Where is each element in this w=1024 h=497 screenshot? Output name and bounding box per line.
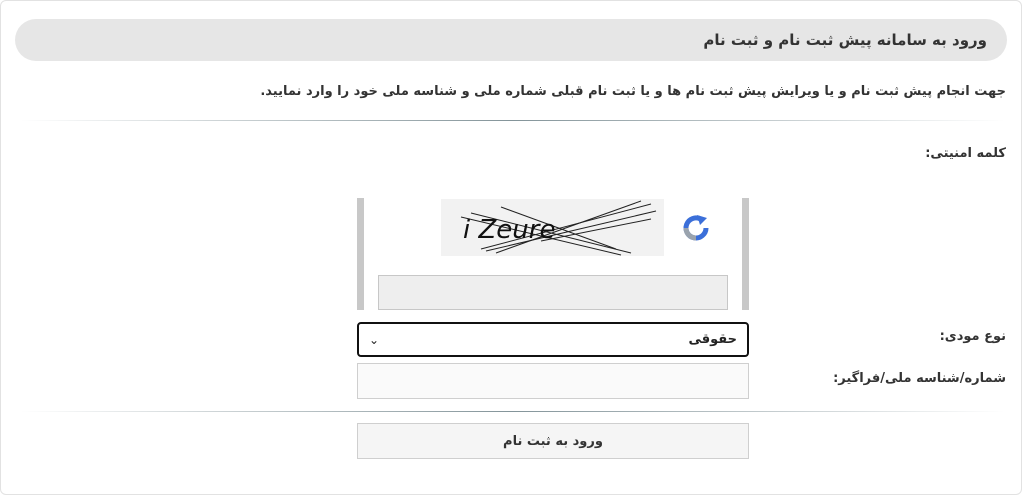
submit-button-label: ورود به ثبت نام	[503, 433, 603, 449]
captcha-image: i Zeure	[441, 199, 664, 256]
intro-text: جهت انجام پیش ثبت نام و یا ویرایش پیش ثب…	[260, 84, 1006, 99]
refresh-captcha-icon[interactable]	[680, 212, 712, 244]
national-id-label: شماره/شناسه ملی/فراگیر:	[833, 371, 1006, 386]
captcha-input[interactable]	[378, 275, 728, 310]
chevron-down-icon: ⌄	[369, 332, 380, 347]
national-id-input[interactable]	[357, 363, 749, 399]
taxpayer-type-value: حقوقی	[688, 332, 737, 347]
submit-button[interactable]: ورود به ثبت نام	[357, 423, 749, 459]
bottom-divider	[20, 411, 1005, 412]
captcha-label: کلمه امنیتی:	[925, 146, 1006, 161]
top-divider	[20, 120, 1005, 121]
taxpayer-type-select[interactable]: حقوقی ⌄	[357, 322, 749, 357]
page-title-bar: ورود به سامانه پیش ثبت نام و ثبت نام	[15, 19, 1007, 61]
captcha-text: i Zeure	[463, 215, 555, 245]
page-title: ورود به سامانه پیش ثبت نام و ثبت نام	[703, 31, 987, 49]
taxpayer-type-label: نوع مودی:	[939, 329, 1006, 344]
